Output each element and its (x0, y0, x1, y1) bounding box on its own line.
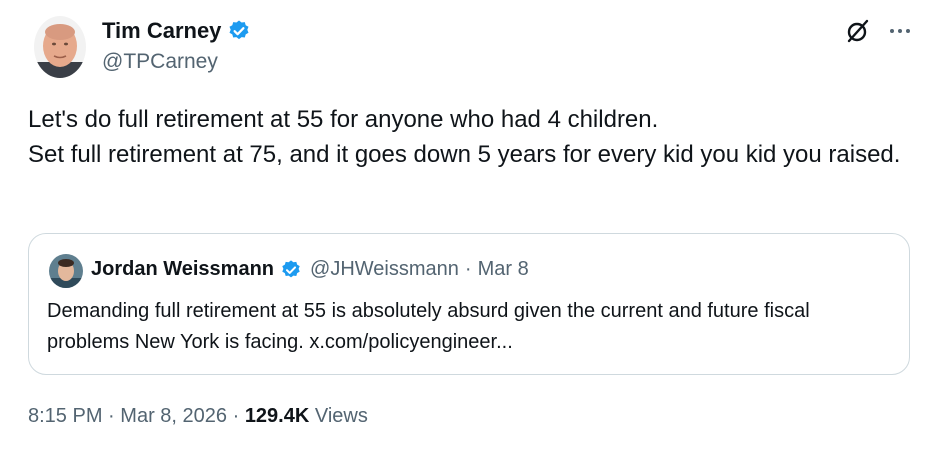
top-actions (845, 18, 913, 44)
views-label[interactable]: Views (315, 405, 368, 427)
more-horizontal-icon[interactable] (887, 18, 913, 44)
author-handle[interactable]: @TPCarney (102, 50, 218, 74)
author-name[interactable]: Tim Carney (102, 18, 221, 44)
author-name-row: Tim Carney (102, 18, 251, 44)
quote-avatar-image (49, 254, 83, 288)
meta-separator: · (108, 405, 115, 427)
quote-author-name: Jordan Weissmann (91, 258, 275, 280)
quote-verified-badge-icon (280, 259, 302, 281)
meta-separator-2: · (232, 405, 240, 427)
views-count[interactable]: 129.4K (245, 405, 310, 427)
author-avatar[interactable] (34, 16, 86, 78)
tweet-date[interactable]: Mar 8, 2026 (120, 405, 227, 427)
tweet-text-line-1: Let's do full retirement at 55 for anyon… (28, 106, 659, 133)
quote-author-handle: @JHWeissmann (310, 258, 459, 280)
quoted-tweet[interactable]: Jordan Weissmann @JHWeissmann · Mar 8 De… (28, 233, 910, 375)
author-avatar-image (34, 16, 86, 78)
quote-header: Jordan Weissmann @JHWeissmann · Mar 8 (91, 258, 529, 281)
tweet-card: Tim Carney @TPCarney Let's do full retir… (0, 0, 933, 460)
tweet-text: Let's do full retirement at 55 for anyon… (28, 102, 908, 172)
quote-separator: · (464, 258, 472, 280)
quote-text-body: Demanding full retirement at 55 is absol… (47, 300, 810, 353)
tweet-meta: 8:15 PM · Mar 8, 2026 · 129.4K Views (28, 405, 368, 428)
quote-date: Mar 8 (477, 258, 529, 280)
tweet-time[interactable]: 8:15 PM (28, 405, 102, 427)
grok-slash-circle-icon[interactable] (845, 18, 871, 44)
quote-text: Demanding full retirement at 55 is absol… (47, 296, 887, 358)
tweet-text-line-2: Set full retirement at 75, and it goes d… (28, 141, 901, 168)
verified-badge-icon[interactable] (227, 19, 251, 43)
quote-author-avatar (49, 254, 83, 288)
